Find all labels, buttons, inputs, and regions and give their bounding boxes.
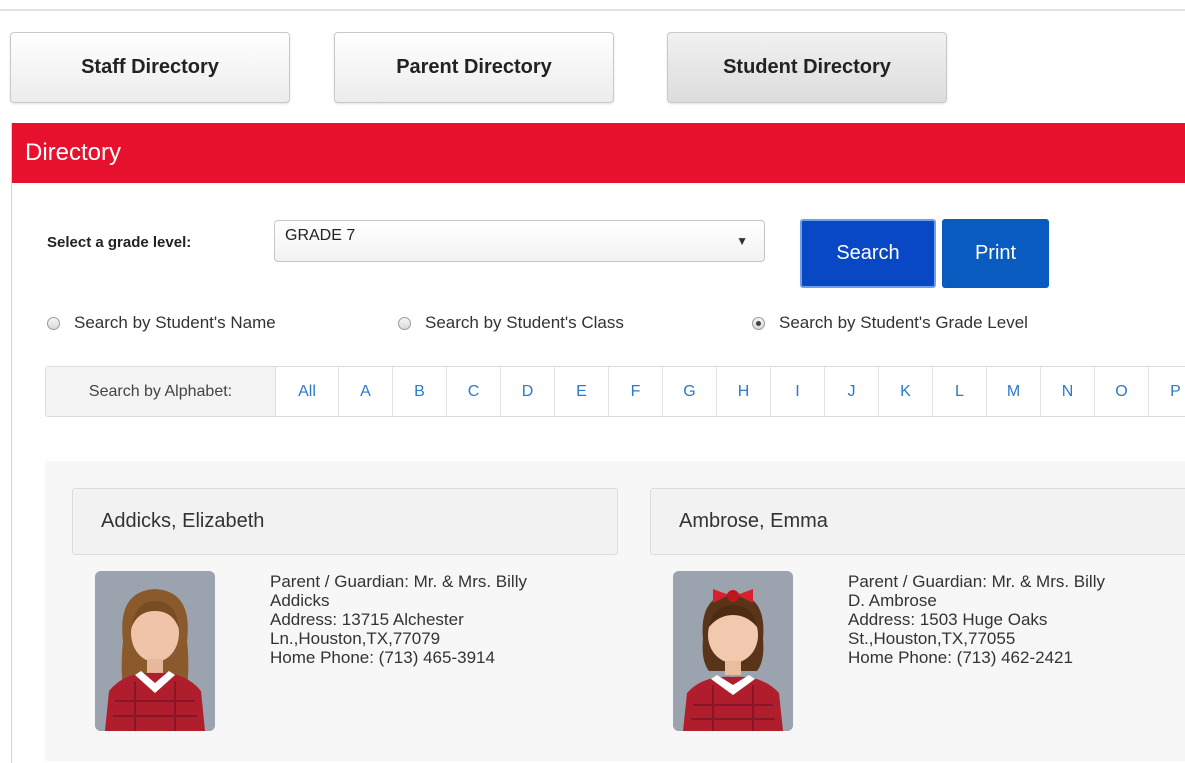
alphabet-letter-b[interactable]: B <box>393 367 447 416</box>
student-details: Parent / Guardian: Mr. & Mrs. Billy D. A… <box>848 572 1168 667</box>
parent-guardian-line-cont: D. Ambrose <box>848 591 937 610</box>
radio-button-checked-icon[interactable] <box>752 316 765 330</box>
alphabet-letter-j[interactable]: J <box>825 367 879 416</box>
alphabet-letter-h[interactable]: H <box>717 367 771 416</box>
home-phone: Home Phone: (713) 462-2421 <box>848 648 1073 667</box>
alphabet-letter-m[interactable]: M <box>987 367 1041 416</box>
grade-level-value: GRADE 7 <box>285 227 356 244</box>
address-line: Address: 1503 Huge Oaks <box>848 610 1048 629</box>
panel-title: Directory <box>12 123 1185 183</box>
address-line-cont: Ln.,Houston,TX,77079 <box>270 629 441 648</box>
alphabet-letter-p[interactable]: P <box>1149 367 1185 416</box>
dropdown-arrow-icon: ▼ <box>736 234 748 248</box>
alphabet-letter-o[interactable]: O <box>1095 367 1149 416</box>
student-portrait-icon <box>673 571 793 731</box>
grade-level-select[interactable]: GRADE 7 ▼ <box>274 220 765 262</box>
radio-search-by-grade-level[interactable]: Search by Student's Grade Level <box>752 313 1028 333</box>
address-line-cont: St.,Houston,TX,77055 <box>848 629 1016 648</box>
student-photo <box>673 571 793 731</box>
radio-button-icon[interactable] <box>47 316 60 330</box>
parent-guardian-line-cont: Addicks <box>270 591 330 610</box>
tab-parent-directory[interactable]: Parent Directory <box>334 32 614 103</box>
alphabet-letter-f[interactable]: F <box>609 367 663 416</box>
top-divider <box>0 9 1185 11</box>
radio-label: Search by Student's Name <box>74 313 276 332</box>
student-name-header[interactable]: Addicks, Elizabeth <box>72 488 618 555</box>
home-phone: Home Phone: (713) 465-3914 <box>270 648 495 667</box>
alphabet-letter-d[interactable]: D <box>501 367 555 416</box>
alphabet-letter-c[interactable]: C <box>447 367 501 416</box>
alphabet-filter-bar: Search by Alphabet: All A B C D E F G H … <box>45 366 1185 417</box>
grade-level-label: Select a grade level: <box>47 234 192 251</box>
radio-label: Search by Student's Grade Level <box>779 313 1028 332</box>
radio-search-by-name[interactable]: Search by Student's Name <box>47 313 276 333</box>
alphabet-letter-all[interactable]: All <box>276 367 339 416</box>
radio-label: Search by Student's Class <box>425 313 624 332</box>
alphabet-letter-k[interactable]: K <box>879 367 933 416</box>
alphabet-letter-a[interactable]: A <box>339 367 393 416</box>
parent-guardian-line: Parent / Guardian: Mr. & Mrs. Billy <box>848 572 1105 591</box>
alphabet-label: Search by Alphabet: <box>46 367 276 416</box>
alphabet-letter-n[interactable]: N <box>1041 367 1095 416</box>
student-details: Parent / Guardian: Mr. & Mrs. Billy Addi… <box>270 572 590 667</box>
student-photo <box>95 571 215 731</box>
radio-button-icon[interactable] <box>398 316 411 330</box>
print-button[interactable]: Print <box>942 219 1049 288</box>
alphabet-letter-g[interactable]: G <box>663 367 717 416</box>
alphabet-letter-i[interactable]: I <box>771 367 825 416</box>
search-button[interactable]: Search <box>800 219 936 288</box>
address-line: Address: 13715 Alchester <box>270 610 464 629</box>
alphabet-letter-e[interactable]: E <box>555 367 609 416</box>
alphabet-letter-l[interactable]: L <box>933 367 987 416</box>
parent-guardian-line: Parent / Guardian: Mr. & Mrs. Billy <box>270 572 527 591</box>
tab-student-directory[interactable]: Student Directory <box>667 32 947 103</box>
tab-staff-directory[interactable]: Staff Directory <box>10 32 290 103</box>
radio-search-by-class[interactable]: Search by Student's Class <box>398 313 624 333</box>
student-name-header[interactable]: Ambrose, Emma <box>650 488 1185 555</box>
student-portrait-icon <box>95 571 215 731</box>
